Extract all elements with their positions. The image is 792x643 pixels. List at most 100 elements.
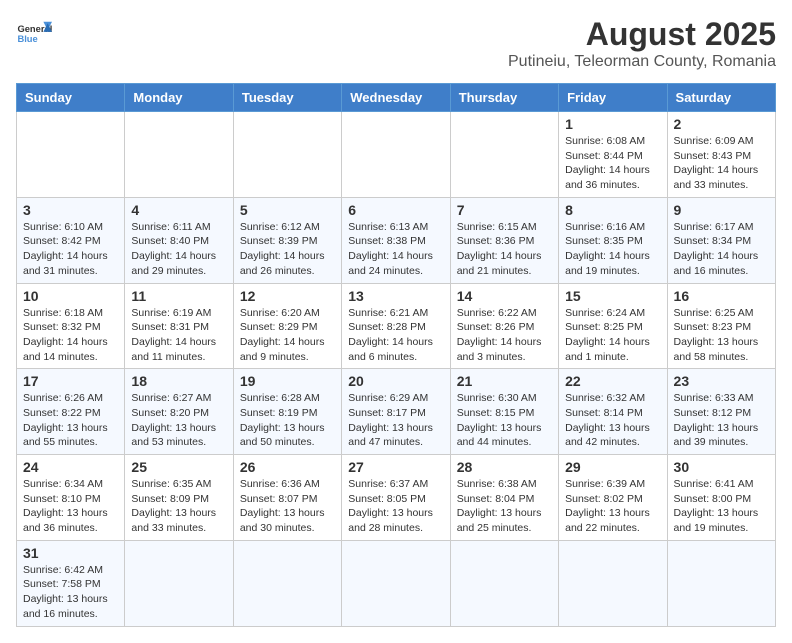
calendar-cell: 13 Sunrise: 6:21 AM Sunset: 8:28 PM Dayli… bbox=[342, 283, 450, 369]
calendar-cell: 20 Sunrise: 6:29 AM Sunset: 8:17 PM Dayli… bbox=[342, 369, 450, 455]
calendar-cell: 24 Sunrise: 6:34 AM Sunset: 8:10 PM Dayli… bbox=[17, 455, 125, 541]
calendar-cell: 15Sunrise: 6:24 AM Sunset: 8:25 PM Dayli… bbox=[559, 283, 667, 369]
calendar-cell: 2Sunrise: 6:09 AM Sunset: 8:43 PM Daylig… bbox=[667, 112, 775, 198]
calendar-subtitle: Putineiu, Teleorman County, Romania bbox=[508, 53, 776, 71]
day-info: Sunrise: 6:35 AM Sunset: 8:09 PM Dayligh… bbox=[131, 477, 226, 536]
day-header-saturday: Saturday bbox=[667, 84, 775, 112]
calendar-cell: 10Sunrise: 6:18 AM Sunset: 8:32 PM Dayli… bbox=[17, 283, 125, 369]
title-section: August 2025 Putineiu, Teleorman County, … bbox=[508, 16, 776, 71]
calendar-cell: 30Sunrise: 6:41 AM Sunset: 8:00 PM Dayli… bbox=[667, 455, 775, 541]
day-number: 29 bbox=[565, 459, 660, 475]
day-info: Sunrise: 6:28 AM Sunset: 8:19 PM Dayligh… bbox=[240, 391, 335, 450]
day-info: Sunrise: 6:30 AM Sunset: 8:15 PM Dayligh… bbox=[457, 391, 552, 450]
day-number: 22 bbox=[565, 373, 660, 389]
day-info: Sunrise: 6:39 AM Sunset: 8:02 PM Dayligh… bbox=[565, 477, 660, 536]
day-info: Sunrise: 6:19 AM Sunset: 8:31 PM Dayligh… bbox=[131, 306, 226, 365]
day-header-thursday: Thursday bbox=[450, 84, 558, 112]
day-number: 23 bbox=[674, 373, 769, 389]
day-number: 13 bbox=[348, 288, 443, 304]
day-info: Sunrise: 6:27 AM Sunset: 8:20 PM Dayligh… bbox=[131, 391, 226, 450]
logo: General Blue bbox=[16, 16, 52, 52]
day-number: 9 bbox=[674, 202, 769, 218]
day-number: 31 bbox=[23, 545, 118, 561]
day-header-monday: Monday bbox=[125, 84, 233, 112]
calendar-cell: 8 Sunrise: 6:16 AM Sunset: 8:35 PM Daylig… bbox=[559, 197, 667, 283]
calendar-week-0: 1Sunrise: 6:08 AM Sunset: 8:44 PM Daylig… bbox=[17, 112, 776, 198]
day-info: Sunrise: 6:16 AM Sunset: 8:35 PM Dayligh… bbox=[565, 220, 660, 279]
calendar-cell bbox=[559, 540, 667, 626]
calendar-cell: 31Sunrise: 6:42 AM Sunset: 7:58 PM Dayli… bbox=[17, 540, 125, 626]
day-number: 18 bbox=[131, 373, 226, 389]
day-info: Sunrise: 6:18 AM Sunset: 8:32 PM Dayligh… bbox=[23, 306, 118, 365]
day-info: Sunrise: 6:26 AM Sunset: 8:22 PM Dayligh… bbox=[23, 391, 118, 450]
day-info: Sunrise: 6:38 AM Sunset: 8:04 PM Dayligh… bbox=[457, 477, 552, 536]
calendar-cell: 1Sunrise: 6:08 AM Sunset: 8:44 PM Daylig… bbox=[559, 112, 667, 198]
day-number: 17 bbox=[23, 373, 118, 389]
calendar-cell: 4Sunrise: 6:11 AM Sunset: 8:40 PM Daylig… bbox=[125, 197, 233, 283]
calendar-week-4: 24 Sunrise: 6:34 AM Sunset: 8:10 PM Dayli… bbox=[17, 455, 776, 541]
calendar-table: SundayMondayTuesdayWednesdayThursdayFrid… bbox=[16, 83, 776, 627]
calendar-cell: 17 Sunrise: 6:26 AM Sunset: 8:22 PM Dayli… bbox=[17, 369, 125, 455]
day-info: Sunrise: 6:36 AM Sunset: 8:07 PM Dayligh… bbox=[240, 477, 335, 536]
day-number: 2 bbox=[674, 116, 769, 132]
calendar-cell: 12 Sunrise: 6:20 AM Sunset: 8:29 PM Dayli… bbox=[233, 283, 341, 369]
calendar-cell bbox=[125, 112, 233, 198]
calendar-week-2: 10Sunrise: 6:18 AM Sunset: 8:32 PM Dayli… bbox=[17, 283, 776, 369]
calendar-cell: 7Sunrise: 6:15 AM Sunset: 8:36 PM Daylig… bbox=[450, 197, 558, 283]
day-number: 1 bbox=[565, 116, 660, 132]
day-info: Sunrise: 6:25 AM Sunset: 8:23 PM Dayligh… bbox=[674, 306, 769, 365]
calendar-cell bbox=[450, 112, 558, 198]
calendar-title: August 2025 bbox=[508, 16, 776, 53]
day-number: 19 bbox=[240, 373, 335, 389]
calendar-cell bbox=[450, 540, 558, 626]
day-number: 12 bbox=[240, 288, 335, 304]
calendar-cell: 3 Sunrise: 6:10 AM Sunset: 8:42 PM Daylig… bbox=[17, 197, 125, 283]
day-info: Sunrise: 6:33 AM Sunset: 8:12 PM Dayligh… bbox=[674, 391, 769, 450]
day-number: 8 bbox=[565, 202, 660, 218]
day-info: Sunrise: 6:10 AM Sunset: 8:42 PM Dayligh… bbox=[23, 220, 118, 279]
day-number: 6 bbox=[348, 202, 443, 218]
calendar-cell: 29 Sunrise: 6:39 AM Sunset: 8:02 PM Dayli… bbox=[559, 455, 667, 541]
calendar-cell: 28Sunrise: 6:38 AM Sunset: 8:04 PM Dayli… bbox=[450, 455, 558, 541]
calendar-cell bbox=[342, 112, 450, 198]
calendar-cell: 21Sunrise: 6:30 AM Sunset: 8:15 PM Dayli… bbox=[450, 369, 558, 455]
calendar-cell: 25Sunrise: 6:35 AM Sunset: 8:09 PM Dayli… bbox=[125, 455, 233, 541]
calendar-header-row: SundayMondayTuesdayWednesdayThursdayFrid… bbox=[17, 84, 776, 112]
calendar-cell: 19 Sunrise: 6:28 AM Sunset: 8:19 PM Dayli… bbox=[233, 369, 341, 455]
day-info: Sunrise: 6:32 AM Sunset: 8:14 PM Dayligh… bbox=[565, 391, 660, 450]
calendar-week-3: 17 Sunrise: 6:26 AM Sunset: 8:22 PM Dayli… bbox=[17, 369, 776, 455]
day-number: 5 bbox=[240, 202, 335, 218]
calendar-cell: 11 Sunrise: 6:19 AM Sunset: 8:31 PM Dayli… bbox=[125, 283, 233, 369]
day-info: Sunrise: 6:22 AM Sunset: 8:26 PM Dayligh… bbox=[457, 306, 552, 365]
calendar-cell: 6Sunrise: 6:13 AM Sunset: 8:38 PM Daylig… bbox=[342, 197, 450, 283]
calendar-week-5: 31Sunrise: 6:42 AM Sunset: 7:58 PM Dayli… bbox=[17, 540, 776, 626]
calendar-cell bbox=[17, 112, 125, 198]
calendar-cell bbox=[125, 540, 233, 626]
calendar-cell: 16 Sunrise: 6:25 AM Sunset: 8:23 PM Dayli… bbox=[667, 283, 775, 369]
day-number: 7 bbox=[457, 202, 552, 218]
day-info: Sunrise: 6:29 AM Sunset: 8:17 PM Dayligh… bbox=[348, 391, 443, 450]
day-info: Sunrise: 6:24 AM Sunset: 8:25 PM Dayligh… bbox=[565, 306, 660, 365]
day-number: 11 bbox=[131, 288, 226, 304]
calendar-cell: 22 Sunrise: 6:32 AM Sunset: 8:14 PM Dayli… bbox=[559, 369, 667, 455]
day-info: Sunrise: 6:20 AM Sunset: 8:29 PM Dayligh… bbox=[240, 306, 335, 365]
day-number: 24 bbox=[23, 459, 118, 475]
calendar-cell: 14Sunrise: 6:22 AM Sunset: 8:26 PM Dayli… bbox=[450, 283, 558, 369]
day-header-sunday: Sunday bbox=[17, 84, 125, 112]
day-info: Sunrise: 6:34 AM Sunset: 8:10 PM Dayligh… bbox=[23, 477, 118, 536]
calendar-cell: 26 Sunrise: 6:36 AM Sunset: 8:07 PM Dayli… bbox=[233, 455, 341, 541]
calendar-cell: 23 Sunrise: 6:33 AM Sunset: 8:12 PM Dayli… bbox=[667, 369, 775, 455]
day-number: 26 bbox=[240, 459, 335, 475]
day-number: 4 bbox=[131, 202, 226, 218]
day-header-wednesday: Wednesday bbox=[342, 84, 450, 112]
calendar-cell bbox=[342, 540, 450, 626]
day-header-friday: Friday bbox=[559, 84, 667, 112]
day-number: 16 bbox=[674, 288, 769, 304]
calendar-cell bbox=[233, 112, 341, 198]
day-number: 3 bbox=[23, 202, 118, 218]
calendar-cell: 18 Sunrise: 6:27 AM Sunset: 8:20 PM Dayli… bbox=[125, 369, 233, 455]
day-number: 27 bbox=[348, 459, 443, 475]
day-number: 20 bbox=[348, 373, 443, 389]
calendar-cell: 5Sunrise: 6:12 AM Sunset: 8:39 PM Daylig… bbox=[233, 197, 341, 283]
day-info: Sunrise: 6:21 AM Sunset: 8:28 PM Dayligh… bbox=[348, 306, 443, 365]
